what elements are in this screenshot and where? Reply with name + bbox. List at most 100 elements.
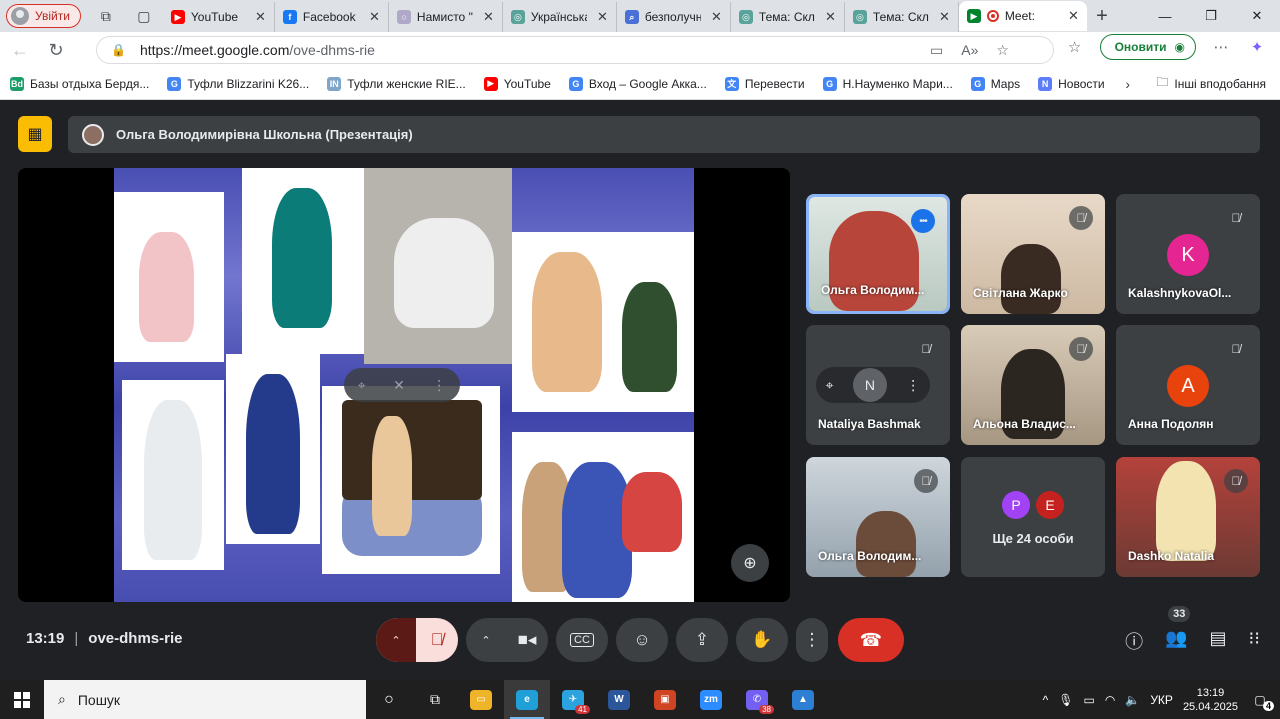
more-vert-icon[interactable]: ⋮ [432,377,446,394]
present-button[interactable]: ⇪ [676,618,728,662]
tab-active-meet[interactable]: ▶ Meet: ✕ [958,1,1087,31]
start-button[interactable] [0,680,44,719]
bookmark-label: Новости [1058,76,1105,91]
audio-options-chevron-icon[interactable]: ⌃ [376,618,416,662]
close-tab-icon[interactable]: ✕ [939,9,950,25]
taskbar-app-powerpoint-viewer[interactable]: ▣ [642,680,688,719]
participant-tile[interactable]: K KalashnykovaOl... 🎙̸ [1116,194,1260,314]
wifi-icon[interactable]: ◠ [1105,693,1115,707]
meeting-details-icon[interactable]: ⓘ [1125,628,1143,654]
site-info-icon[interactable]: 🔒 [111,43,126,57]
mic-off-icon[interactable]: 🎙̸ [416,630,458,650]
tab[interactable]: ◎ Тема: Склад ✕ [731,2,845,32]
taskbar-search[interactable]: ⌕ Пошук [44,680,366,719]
close-tab-icon[interactable]: ✕ [597,9,608,25]
clock[interactable]: 13:19 25.04.2025 [1183,686,1238,714]
pin-icon[interactable]: ⌖ [826,377,834,394]
captions-button[interactable]: CC [556,618,608,662]
reactions-button[interactable]: ☺ [616,618,668,662]
bookmark-item[interactable]: G Туфли Blizzarini K26... [167,76,309,91]
tab[interactable]: ⌕ безполучн ✕ [617,2,731,32]
favorites-icon[interactable]: ☆ [1064,38,1086,56]
more-vert-icon[interactable]: ⋮ [906,377,920,394]
bookmarks-more-icon[interactable]: › [1125,76,1130,92]
other-favorites-folder[interactable]: 🗀 Інші вподобання [1156,73,1266,94]
close-tab-icon[interactable]: ✕ [1068,8,1079,24]
people-button[interactable]: 33 👥 [1165,606,1191,654]
participant-tile[interactable]: P E Ще 24 особи [961,457,1105,577]
url-field[interactable]: 🔒 https://meet.google.com/ove-dhms-rie [96,36,1054,64]
mute-off-icon[interactable]: ✕ [393,377,405,394]
task-view-button[interactable]: ○ [366,680,412,719]
language-indicator[interactable]: УКР [1150,693,1173,707]
copilot-icon[interactable]: ✦ [1246,38,1268,56]
bookmark-item[interactable]: G Вход – Google Акка... [568,76,707,91]
bookmark-item[interactable]: ▶ YouTube [483,76,551,91]
update-button[interactable]: Оновити ◉ [1099,34,1196,60]
presentation-icon[interactable]: ▦ [18,116,52,152]
video-options-chevron-icon[interactable]: ⌃ [466,634,506,647]
close-tab-icon[interactable]: ✕ [369,9,380,25]
tab[interactable]: ◎ Тема: Склад ✕ [845,2,959,32]
participant-tile[interactable]: N⌖ N ⋮ Nataliya Bashmak 🎙̸ [806,325,950,445]
bookmark-item[interactable]: 文 Перевести [724,76,805,91]
participant-tile[interactable]: Dashko Natalia 🎙̸ [1116,457,1260,577]
battery-icon[interactable]: ▭ [1084,693,1095,707]
read-aloud-icon[interactable]: A» [961,42,978,58]
tab[interactable]: ○ Намисто "І ✕ [389,2,503,32]
participant-tile[interactable]: Ольга Володим... ••• [806,194,950,314]
bookmark-item[interactable]: IN Туфли женские RIE... [327,76,466,91]
close-tab-icon[interactable]: ✕ [483,9,494,25]
close-window-icon[interactable]: ✕ [1234,0,1280,32]
zoom-icon[interactable]: ⊕ [731,544,769,582]
taskbar-app-telegram[interactable]: ✈ 41 [550,680,596,719]
bookmark-item[interactable]: Bd Базы отдыха Бердя... [10,76,149,91]
figurine [394,218,494,328]
close-tab-icon[interactable]: ✕ [825,9,836,25]
raise-hand-button[interactable]: ✋ [736,618,788,662]
microphone-control: ⌃ 🎙̸ [376,618,458,662]
participant-tile[interactable]: Ольга Володим... 🎙̸ [806,457,950,577]
pin-off-icon[interactable]: ⌖ [358,377,366,394]
close-tab-icon[interactable]: ✕ [711,9,722,25]
workspaces-icon[interactable]: ⧉ [93,3,119,29]
minimize-icon[interactable]: — [1142,0,1188,32]
tab-actions-icon[interactable]: ▢ [131,3,157,29]
bookmark-item[interactable]: N Новости [1038,76,1105,91]
bookmark-label: YouTube [503,76,551,91]
participant-tile[interactable]: Світлана Жарко 🎙̸ [961,194,1105,314]
show-hidden-icons[interactable]: ^ [1043,693,1049,707]
activities-icon[interactable]: ⁝⁝ [1249,628,1260,654]
taskbar-app-viber[interactable]: ✆ 38 [734,680,780,719]
back-icon[interactable]: ← [4,34,36,66]
notifications-button[interactable]: ▢ 4 [1248,693,1274,711]
bookmark-item[interactable]: G Н.Науменко Мари... [822,76,953,91]
camera-icon[interactable]: ■◂ [506,630,548,650]
emoji-icon: ☺ [633,630,651,649]
profile-button[interactable]: Увійти [6,4,81,28]
leave-call-button[interactable]: ☎ [838,618,904,662]
reload-icon[interactable]: ↻ [40,34,72,66]
task-view-button[interactable]: ⧉ [412,680,458,719]
new-tab-button[interactable]: + [1087,5,1117,28]
tab[interactable]: f Facebook ✕ [275,2,389,32]
taskbar-app-zoom[interactable]: zm [688,680,734,719]
participant-tile[interactable]: A Анна Подолян 🎙̸ [1116,325,1260,445]
chat-icon[interactable]: ▤ [1210,628,1227,654]
close-tab-icon[interactable]: ✕ [255,9,266,25]
taskbar-app-file-explorer[interactable]: ▭ [458,680,504,719]
camera-permission-icon[interactable]: ▭ [930,42,943,59]
tab[interactable]: ◎ Українська ✕ [503,2,617,32]
participant-tile[interactable]: Альона Владис... 🎙̸ [961,325,1105,445]
taskbar-app-photos[interactable]: ▲ [780,680,826,719]
taskbar-app-word[interactable]: W [596,680,642,719]
volume-icon[interactable]: 🔈 [1125,693,1140,707]
taskbar-app-edge[interactable]: e [504,680,550,719]
favorite-star-icon[interactable]: ☆ [996,42,1009,59]
more-options-button[interactable]: ⋮ [796,618,828,662]
more-options-icon[interactable]: ⋯ [1210,38,1232,56]
bookmark-item[interactable]: G Maps [970,76,1020,91]
restore-icon[interactable]: ❐ [1188,0,1234,32]
tab[interactable]: ▶ YouTube ✕ [163,2,275,32]
microphone-icon[interactable]: 🎙 [1058,693,1073,707]
